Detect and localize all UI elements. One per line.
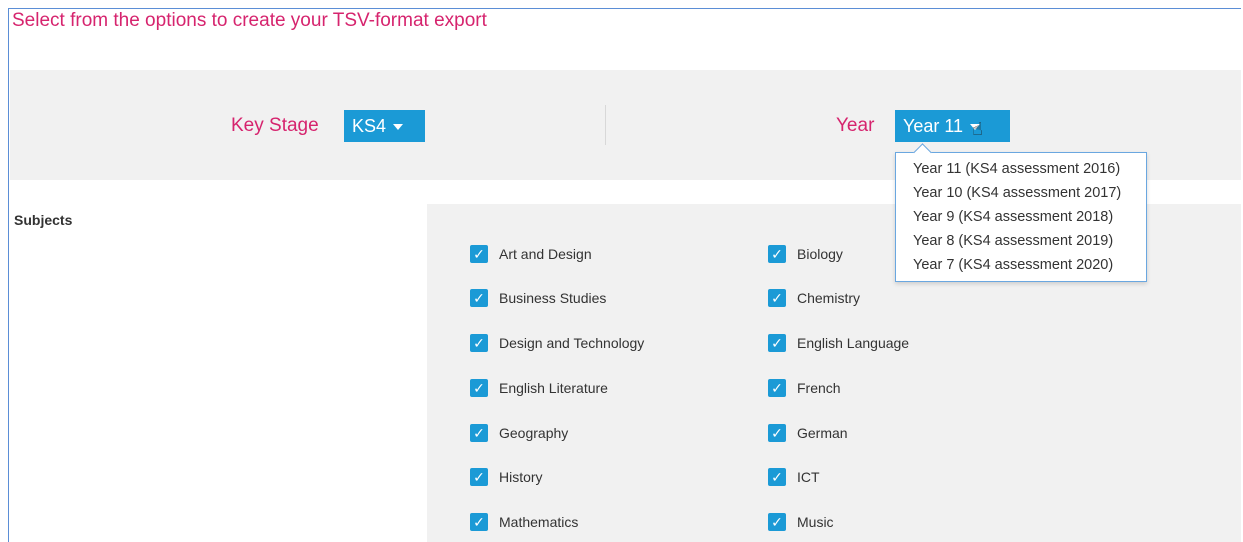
subject-label: Geography <box>499 425 569 441</box>
subject-label: Music <box>797 514 834 530</box>
check-icon[interactable]: ✓ <box>470 289 488 307</box>
check-icon[interactable]: ✓ <box>768 245 786 263</box>
check-icon[interactable]: ✓ <box>470 468 488 486</box>
check-icon[interactable]: ✓ <box>470 245 488 263</box>
page-title: Select from the options to create your T… <box>12 10 487 31</box>
check-icon[interactable]: ✓ <box>470 513 488 531</box>
subject-label: French <box>797 380 841 396</box>
check-icon[interactable]: ✓ <box>768 289 786 307</box>
subject-label: History <box>499 469 543 485</box>
check-icon[interactable]: ✓ <box>470 424 488 442</box>
subject-label: English Language <box>797 335 910 351</box>
key-stage-dropdown[interactable]: KS4 <box>344 110 425 142</box>
subject-label: Art and Design <box>499 246 592 262</box>
check-icon[interactable]: ✓ <box>768 379 786 397</box>
subject-label: German <box>797 425 848 441</box>
check-icon[interactable]: ✓ <box>470 334 488 352</box>
subject-label: Biology <box>797 246 843 262</box>
subjects-label: Subjects <box>14 212 73 228</box>
year-option-11[interactable]: Year 11 (KS4 assessment 2016) <box>896 157 1146 181</box>
subject-label: English Literature <box>499 380 608 396</box>
year-option-8[interactable]: Year 8 (KS4 assessment 2019) <box>896 229 1146 253</box>
check-icon[interactable]: ✓ <box>768 334 786 352</box>
check-icon[interactable]: ✓ <box>768 468 786 486</box>
check-icon[interactable]: ✓ <box>768 424 786 442</box>
subject-label: Mathematics <box>499 514 579 530</box>
year-dropdown-menu: Year 11 (KS4 assessment 2016) Year 10 (K… <box>895 152 1147 282</box>
key-stage-value: KS4 <box>352 116 387 136</box>
subject-label: Design and Technology <box>499 335 645 351</box>
subject-label: Business Studies <box>499 290 607 306</box>
check-icon[interactable]: ✓ <box>470 379 488 397</box>
year-label: Year <box>836 115 875 136</box>
check-icon[interactable]: ✓ <box>768 513 786 531</box>
key-stage-label: Key Stage <box>231 115 319 136</box>
year-option-9[interactable]: Year 9 (KS4 assessment 2018) <box>896 205 1146 229</box>
hand-pointer-icon: ☝ <box>972 119 983 139</box>
year-option-7[interactable]: Year 7 (KS4 assessment 2020) <box>896 253 1146 277</box>
year-option-10[interactable]: Year 10 (KS4 assessment 2017) <box>896 181 1146 205</box>
subject-label: Chemistry <box>797 290 861 306</box>
chevron-down-icon <box>393 124 404 131</box>
subject-label: ICT <box>797 469 820 485</box>
year-dropdown[interactable]: Year 11 <box>895 110 1010 142</box>
filter-divider <box>605 105 606 145</box>
year-value: Year 11 <box>903 116 964 136</box>
